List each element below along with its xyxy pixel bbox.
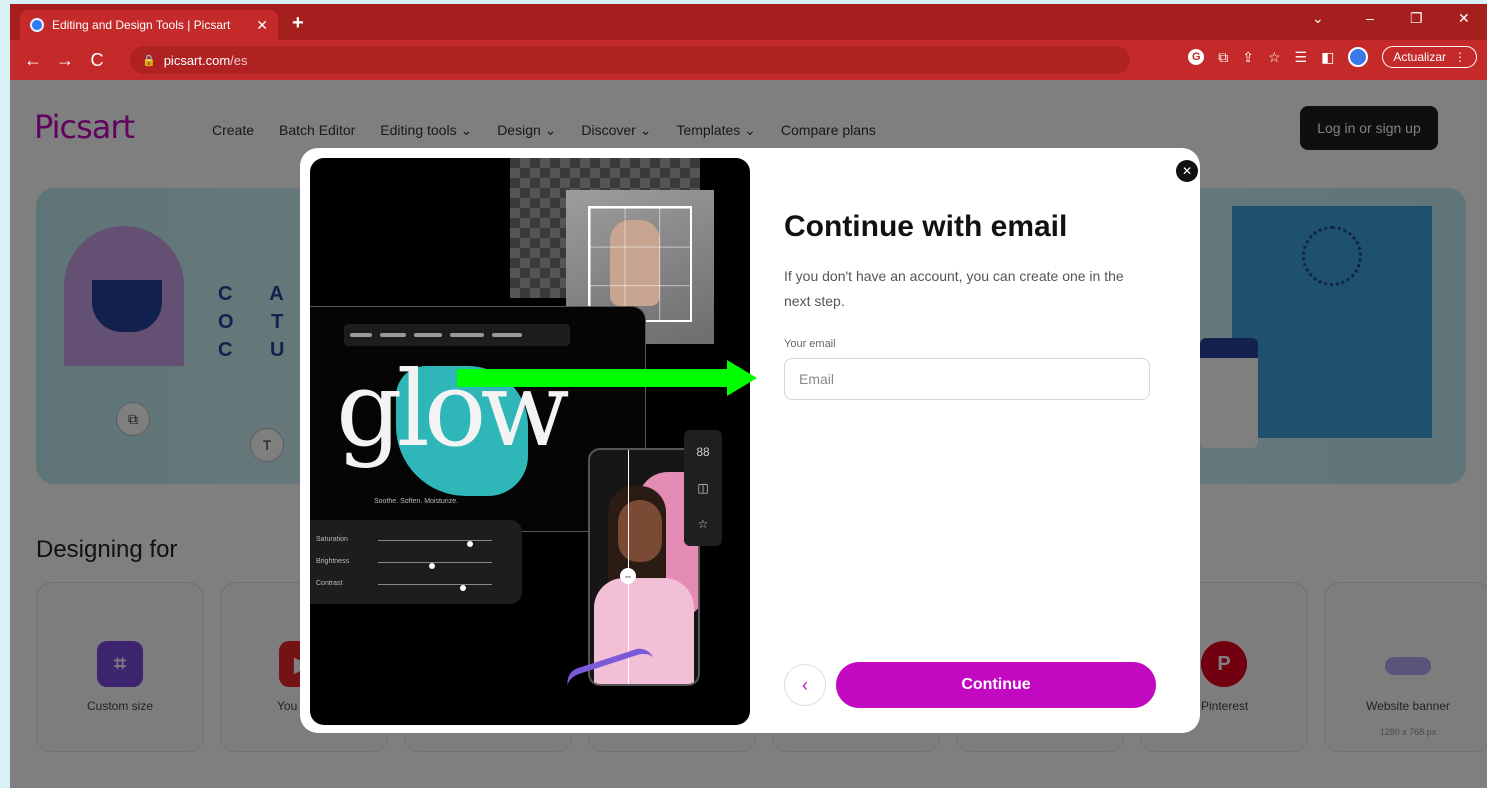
continue-button[interactable]: Continue bbox=[836, 662, 1156, 708]
toolbar-icons: G ⧉ ⇪ ☆ ☰ ◧ Actualizar ⋮ bbox=[1188, 46, 1477, 68]
browser-window: Editing and Design Tools | Picsart ✕ + ⌄… bbox=[10, 4, 1487, 788]
back-button[interactable]: ‹ bbox=[784, 664, 826, 706]
menu-dots-icon: ⋮ bbox=[1454, 50, 1466, 64]
editor-toolbar bbox=[344, 324, 570, 346]
tab-search-icon[interactable]: ⌄ bbox=[1312, 10, 1324, 27]
profile-avatar[interactable] bbox=[1348, 47, 1369, 67]
side-tools: 88 ◫ ☆ bbox=[684, 430, 722, 546]
adjust-row: Saturation bbox=[316, 536, 516, 547]
adjust-panel: Saturation Brightness Contrast bbox=[310, 520, 522, 604]
browser-toolbar: ← → C 🔒 picsart.com/es G ⧉ ⇪ ☆ ☰ ◧ Actua… bbox=[10, 40, 1487, 80]
face-graphic bbox=[618, 500, 662, 562]
close-window-button[interactable]: ✕ bbox=[1458, 10, 1470, 27]
email-field[interactable] bbox=[784, 358, 1150, 400]
adjust-label: Contrast bbox=[316, 580, 343, 587]
google-icon[interactable]: G bbox=[1188, 49, 1205, 65]
elements-icon: ☆ bbox=[697, 517, 709, 531]
tagline: Soothe. Soften. Moisturize. bbox=[374, 498, 459, 505]
adjust-label: Saturation bbox=[316, 536, 348, 543]
browser-tab[interactable]: Editing and Design Tools | Picsart ✕ bbox=[20, 10, 278, 40]
update-button[interactable]: Actualizar ⋮ bbox=[1382, 46, 1477, 68]
arrow-shaft bbox=[457, 369, 729, 387]
page: Picsart Create Batch Editor Editing tool… bbox=[10, 80, 1487, 788]
tab-strip: Editing and Design Tools | Picsart ✕ + ⌄… bbox=[10, 4, 1487, 40]
forward-arrow-icon[interactable]: → bbox=[56, 50, 74, 71]
slider-knob bbox=[466, 541, 473, 547]
slider-track bbox=[378, 562, 492, 569]
modal-illustration: glow Soothe. Soften. Moisturize. Saturat… bbox=[310, 158, 750, 725]
arrow-head bbox=[727, 360, 757, 396]
edit-tool bbox=[350, 333, 372, 337]
email-modal: glow Soothe. Soften. Moisturize. Saturat… bbox=[300, 148, 1200, 733]
slider-knob bbox=[429, 563, 436, 569]
adjust-row: Contrast bbox=[316, 580, 516, 591]
modal-title: Continue with email bbox=[784, 210, 1068, 243]
bookmark-star-icon[interactable]: ☆ bbox=[1268, 49, 1281, 66]
modal-subtitle: If you don't have an account, you can cr… bbox=[784, 268, 1124, 309]
green-arrow-annotation bbox=[457, 360, 757, 396]
stickers-icon: ◫ bbox=[697, 481, 709, 495]
effects-tool bbox=[414, 333, 442, 337]
slider-track bbox=[378, 584, 492, 591]
reading-list-icon[interactable]: ☰ bbox=[1295, 49, 1308, 66]
minimize-button[interactable]: – bbox=[1366, 10, 1374, 26]
side-panel-icon[interactable]: ◧ bbox=[1321, 49, 1334, 66]
crop-frame bbox=[588, 206, 692, 322]
eraser-tool bbox=[492, 333, 522, 337]
compare-divider bbox=[628, 450, 629, 684]
tab-title: Editing and Design Tools | Picsart bbox=[52, 18, 231, 32]
close-icon[interactable]: ✕ bbox=[1176, 160, 1198, 182]
address-bar[interactable]: 🔒 picsart.com/es bbox=[130, 46, 1130, 74]
reload-icon[interactable]: C bbox=[88, 50, 106, 71]
restore-button[interactable]: ❐ bbox=[1410, 10, 1423, 27]
adjust-row: Brightness bbox=[316, 558, 516, 569]
remove-bg-tool bbox=[450, 333, 484, 337]
tab-close-icon[interactable]: ✕ bbox=[256, 17, 268, 34]
url-host: picsart.com bbox=[163, 52, 231, 68]
slider-track bbox=[378, 540, 492, 547]
share-icon[interactable]: ⇪ bbox=[1242, 49, 1254, 66]
new-tab-button[interactable]: + bbox=[292, 12, 304, 35]
url-path: /es bbox=[230, 52, 248, 68]
compare-handle-icon: ⇔ bbox=[620, 568, 636, 584]
slider-knob bbox=[460, 585, 467, 591]
lock-icon: 🔒 bbox=[142, 54, 156, 67]
back-arrow-icon[interactable]: ← bbox=[24, 50, 42, 71]
adjust-tool bbox=[380, 333, 406, 337]
update-label: Actualizar bbox=[1393, 50, 1446, 64]
adjust-label: Brightness bbox=[316, 558, 350, 565]
picsart-favicon-icon bbox=[30, 18, 44, 32]
email-label: Your email bbox=[784, 338, 836, 350]
collage-icon: 88 bbox=[696, 445, 710, 459]
translate-icon[interactable]: ⧉ bbox=[1218, 49, 1228, 66]
